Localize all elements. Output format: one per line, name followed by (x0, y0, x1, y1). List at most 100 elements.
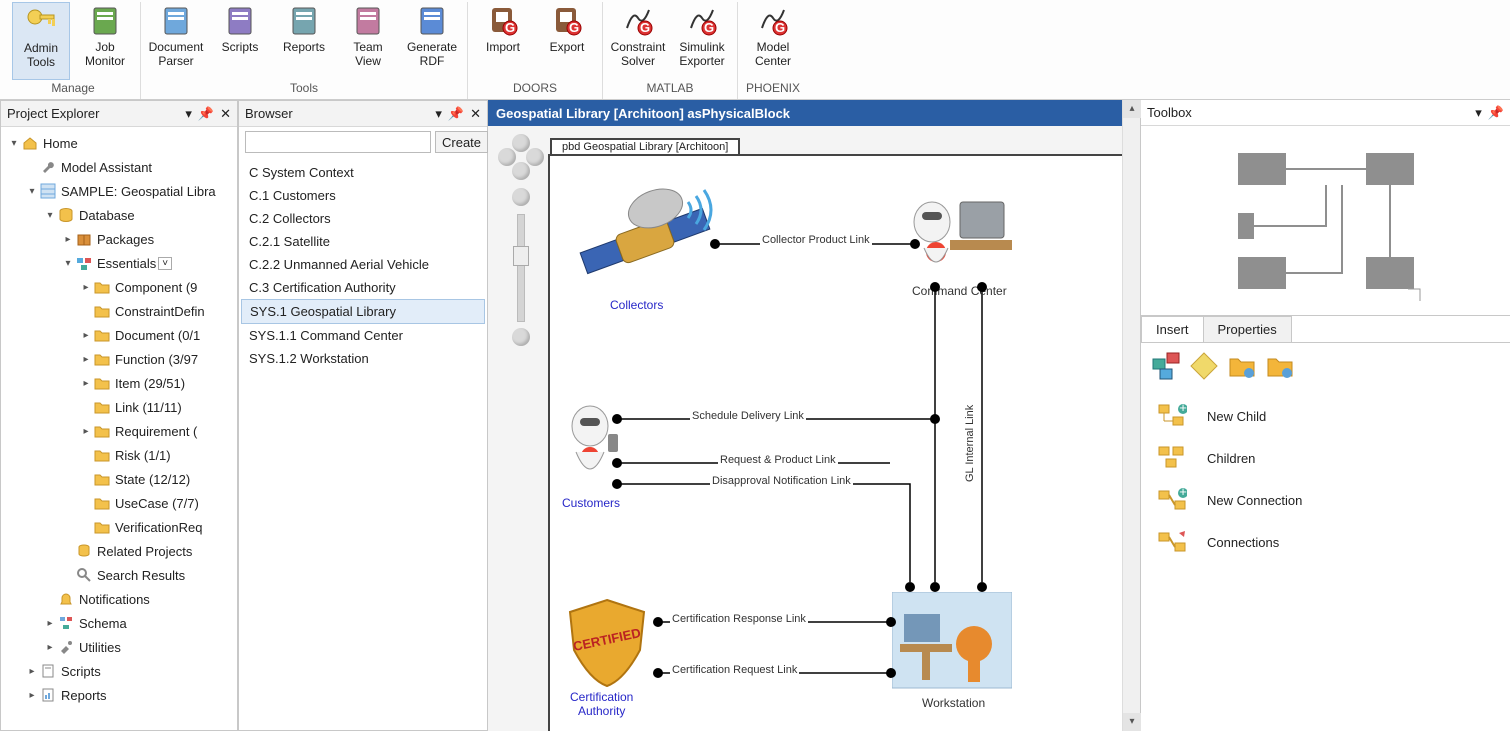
toolbox-new_connection-item[interactable]: +New Connection (1151, 479, 1500, 521)
tree-item[interactable]: State (12/12) (3, 467, 235, 491)
tree-item-label: Model Assistant (61, 160, 152, 175)
team_view-icon (351, 4, 385, 38)
browser-search-input[interactable] (245, 131, 431, 153)
toolbox-tab-insert[interactable]: Insert (1141, 316, 1204, 342)
tree-item[interactable]: ▸Schema (3, 611, 235, 635)
tree-item[interactable]: ▸Requirement ( (3, 419, 235, 443)
tree-item-label: Risk (1/1) (115, 448, 171, 463)
browser-item[interactable]: C.2 Collectors (241, 207, 485, 230)
tree-twisty-icon[interactable]: ▾ (7, 138, 21, 149)
tree-item[interactable]: Search Results (3, 563, 235, 587)
pin-icon[interactable]: 📌 (198, 106, 214, 122)
browser-item[interactable]: C System Context (241, 161, 485, 184)
workstation-node-icon[interactable] (892, 592, 1012, 702)
toolbox-tab-properties[interactable]: Properties (1203, 316, 1292, 342)
tree-item[interactable]: ▸ Packages (3, 227, 235, 251)
tree-item[interactable]: ▸Utilities (3, 635, 235, 659)
ribbon-export-button[interactable]: GExport (538, 2, 596, 80)
tree-item[interactable]: Notifications (3, 587, 235, 611)
fld-icon (93, 350, 111, 368)
browser-item[interactable]: SYS.1.2 Workstation (241, 347, 485, 370)
ribbon-admin_tools-button[interactable]: AdminTools (12, 2, 70, 80)
toolbox-connections-item[interactable]: Connections (1151, 521, 1500, 563)
tree-twisty-icon[interactable]: ▸ (61, 234, 75, 245)
tree-twisty-icon[interactable]: ▸ (79, 282, 93, 293)
tree-item[interactable]: ▾Essentials˅ (3, 251, 235, 275)
tree-twisty-icon[interactable]: ▾ (61, 258, 75, 269)
tree-item[interactable]: ▾Database (3, 203, 235, 227)
tree-item[interactable]: ▸Function (3/97 (3, 347, 235, 371)
ribbon-generate_rdf-button[interactable]: GenerateRDF (403, 2, 461, 80)
model_center-icon: G (756, 4, 790, 38)
tree-item-label: Related Projects (97, 544, 192, 559)
toolbox-children-item[interactable]: Children (1151, 437, 1500, 479)
canvas-vscrollbar[interactable]: ▴ ▾ (1122, 100, 1140, 731)
ribbon-import-button[interactable]: GImport (474, 2, 532, 80)
tree-item-label: Packages (97, 232, 154, 247)
ribbon-team_view-button[interactable]: TeamView (339, 2, 397, 80)
tree-item[interactable]: ▾SAMPLE: Geospatial Libra (3, 179, 235, 203)
diagram-canvas[interactable]: pbd Geospatial Library [Architoon] (488, 126, 1122, 731)
ribbon-reports-button[interactable]: Reports (275, 2, 333, 80)
tree-item[interactable]: Link (11/11) (3, 395, 235, 419)
tree-twisty-icon[interactable]: ▸ (43, 642, 57, 653)
toolbox-new_child-item[interactable]: +New Child (1151, 395, 1500, 437)
collectors-node-icon[interactable] (570, 186, 720, 296)
tree-twisty-icon[interactable]: ▸ (43, 618, 57, 629)
browser-item[interactable]: C.3 Certification Authority (241, 276, 485, 299)
toolbox-block-icon[interactable] (1151, 351, 1181, 381)
browser-item[interactable]: C.1 Customers (241, 184, 485, 207)
browser-item[interactable]: SYS.1 Geospatial Library (241, 299, 485, 324)
tree-item[interactable]: ▸Reports (3, 683, 235, 707)
import-icon: G (486, 4, 520, 38)
ribbon-simulink_exporter-button[interactable]: GSimulinkExporter (673, 2, 731, 80)
ribbon-constraint_solver-button[interactable]: GConstraintSolver (609, 2, 667, 80)
canvas-title: Geospatial Library [Architoon] asPhysica… (496, 106, 790, 121)
simulink_exporter-icon: G (685, 4, 719, 38)
tree-twisty-icon[interactable]: ▸ (79, 354, 93, 365)
tree-item[interactable]: Model Assistant (3, 155, 235, 179)
diagram-sheet[interactable]: pbd Geospatial Library [Architoon] (548, 154, 1122, 731)
toolbox-diamond-icon[interactable] (1189, 351, 1219, 381)
tree-item-label: Link (11/11) (115, 400, 182, 415)
tree-twisty-icon[interactable]: ▾ (25, 186, 39, 197)
tree-twisty-icon[interactable]: ▸ (25, 666, 39, 677)
ribbon-model_center-button[interactable]: GModelCenter (744, 2, 802, 80)
pin-icon[interactable]: 📌 (1488, 105, 1504, 121)
toolbox-folder2-icon[interactable] (1265, 351, 1295, 381)
panel-menu-icon[interactable]: ▾ (185, 106, 192, 122)
browser-item[interactable]: C.2.2 Unmanned Aerial Vehicle (241, 253, 485, 276)
tree-twisty-icon[interactable]: ▾ (43, 210, 57, 221)
panel-menu-icon[interactable]: ▾ (1475, 105, 1482, 121)
pin-icon[interactable]: 📌 (448, 106, 464, 122)
ribbon-scripts-button[interactable]: Scripts (211, 2, 269, 80)
tree-item[interactable]: UseCase (7/7) (3, 491, 235, 515)
tree-item[interactable]: Risk (1/1) (3, 443, 235, 467)
browser-create-button[interactable]: Create (435, 131, 488, 153)
tree-item[interactable]: ▸Scripts (3, 659, 235, 683)
tree-twisty-icon[interactable]: ▸ (25, 690, 39, 701)
panel-menu-icon[interactable]: ▾ (435, 106, 442, 122)
tree-item[interactable]: ▸Component (9 (3, 275, 235, 299)
tree-item[interactable]: ▾Home (3, 131, 235, 155)
close-icon[interactable]: ✕ (220, 106, 231, 122)
tree-twisty-icon[interactable]: ▸ (79, 330, 93, 341)
cert-response-link-label: Certification Response Link (670, 613, 808, 625)
tree-item[interactable]: VerificationReq (3, 515, 235, 539)
toolbox-folder1-icon[interactable] (1227, 351, 1257, 381)
ribbon-document_parser-button[interactable]: DocumentParser (147, 2, 205, 80)
tree-item[interactable]: Related Projects (3, 539, 235, 563)
browser-item[interactable]: C.2.1 Satellite (241, 230, 485, 253)
tree-twisty-icon[interactable]: ▸ (79, 426, 93, 437)
tree-twisty-icon[interactable]: ▸ (79, 378, 93, 389)
browser-item[interactable]: SYS.1.1 Command Center (241, 324, 485, 347)
toolbox-item-label: Children (1207, 451, 1255, 466)
cert-authority-node-icon[interactable]: CERTIFIED (562, 596, 652, 692)
tree-item[interactable]: ▸Document (0/1 (3, 323, 235, 347)
ribbon-job_monitor-button[interactable]: JobMonitor (76, 2, 134, 80)
tree-item[interactable]: ▸Item (29/51) (3, 371, 235, 395)
tree-item[interactable]: ConstraintDefin (3, 299, 235, 323)
fld-icon (93, 374, 111, 392)
export-icon: G (550, 4, 584, 38)
close-icon[interactable]: ✕ (470, 106, 481, 122)
